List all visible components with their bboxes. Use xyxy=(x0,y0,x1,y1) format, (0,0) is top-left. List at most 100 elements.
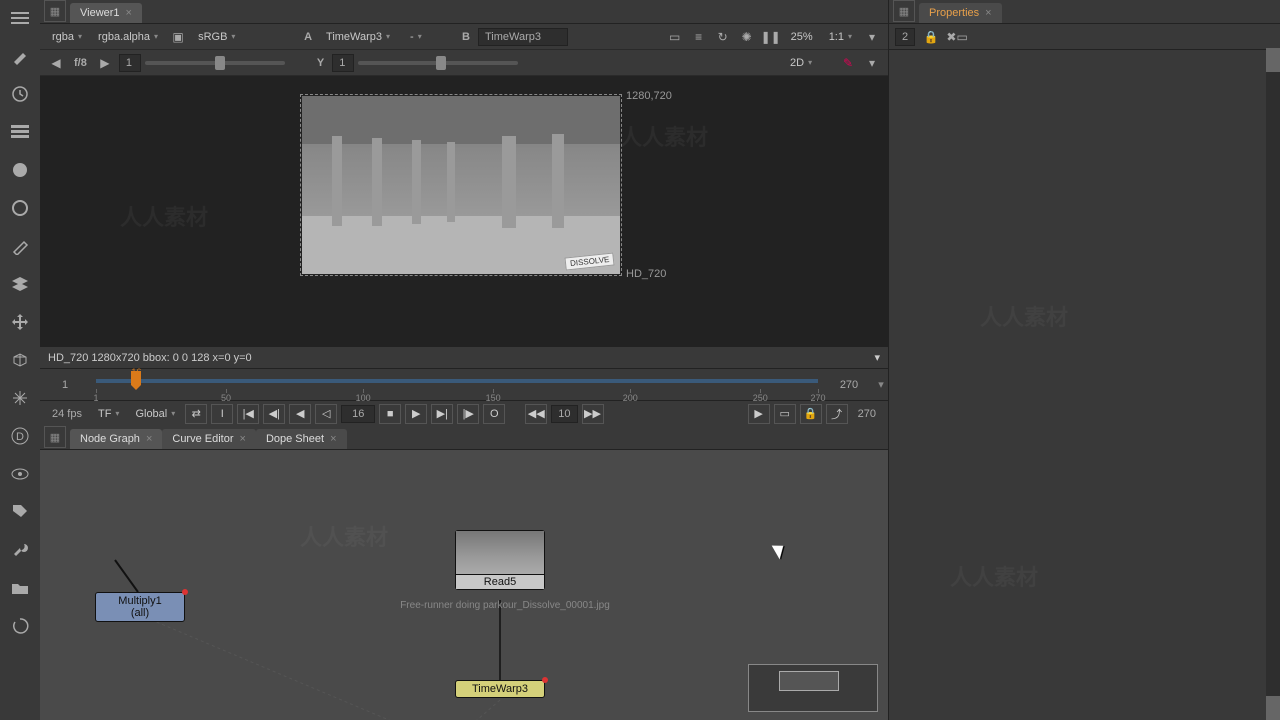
input-a-dropdown[interactable]: TimeWarp3▾ xyxy=(320,29,400,45)
go-start-icon[interactable]: |◀ xyxy=(237,404,259,424)
tool-menu-icon[interactable] xyxy=(8,6,32,30)
scope-dropdown[interactable]: Global▾ xyxy=(129,406,181,422)
tab-viewer1[interactable]: Viewer1 × xyxy=(70,3,142,23)
sphere-icon[interactable] xyxy=(8,158,32,182)
pane-handle-icon[interactable]: ▦ xyxy=(44,0,66,22)
stop-icon[interactable]: ■ xyxy=(379,404,401,424)
close-icon[interactable]: × xyxy=(126,7,132,19)
view-mode-dropdown[interactable]: 2D▾ xyxy=(784,55,834,71)
overlay-icon[interactable]: ≡ xyxy=(689,27,709,47)
timeline[interactable]: 1 16 1 50 100 150 200 250 270 270 ▾ xyxy=(40,368,888,400)
skip-fwd-icon[interactable]: ▶▶ xyxy=(582,404,604,424)
clip-icon[interactable]: ▣ xyxy=(168,27,188,47)
skip-back-icon[interactable]: ◀◀ xyxy=(525,404,547,424)
range-icon[interactable]: ▭ xyxy=(774,404,796,424)
info-text: HD_720 1280x720 bbox: 0 0 128 x=0 y=0 xyxy=(48,352,252,364)
brush-icon[interactable] xyxy=(8,44,32,68)
frame-out[interactable]: 270 xyxy=(824,379,874,391)
timecode-mode-dropdown[interactable]: TF▾ xyxy=(92,406,125,422)
pane-handle-icon[interactable]: ▦ xyxy=(44,426,66,448)
record-icon[interactable]: ▶ xyxy=(748,404,770,424)
lower-tab-bar: ▦ Node Graph × Curve Editor × Dope Sheet… xyxy=(40,426,888,450)
rows-icon[interactable] xyxy=(8,120,32,144)
out-point-button[interactable]: O xyxy=(483,404,505,424)
wipe-dropdown[interactable]: -▾ xyxy=(404,29,454,45)
step-fwd-icon[interactable]: ▶| xyxy=(431,404,453,424)
gain-slider[interactable] xyxy=(145,61,285,65)
viewer-canvas[interactable]: DISSOLVE 1280,720 HD_720 xyxy=(40,76,888,346)
tab-dope-sheet[interactable]: Dope Sheet × xyxy=(256,429,347,449)
clear-icon[interactable]: ✖▭ xyxy=(947,27,967,47)
properties-scrollbar[interactable] xyxy=(1266,48,1280,720)
node-timewarp3[interactable]: TimeWarp3 xyxy=(455,680,545,698)
lock-icon[interactable]: 🔒 xyxy=(800,404,822,424)
step-back-icon[interactable]: ◀ xyxy=(289,404,311,424)
circle-icon[interactable] xyxy=(8,196,32,220)
node-graph[interactable]: Multiply1 (all) Read5 Free-runner doing … xyxy=(40,450,888,720)
cursor-icon xyxy=(775,542,787,560)
in-point-button[interactable]: I xyxy=(211,404,233,424)
d-icon[interactable]: D xyxy=(8,424,32,448)
channel-dropdown[interactable]: rgba▾ xyxy=(46,29,88,45)
frame-in[interactable]: 1 xyxy=(40,379,90,391)
proxy-icon[interactable]: ✺ xyxy=(737,27,757,47)
input-b-field[interactable]: TimeWarp3 xyxy=(478,28,568,46)
prev-key-icon[interactable]: ◀| xyxy=(263,404,285,424)
viewer-menu-icon[interactable]: ▾ xyxy=(862,53,882,73)
sparkle-icon[interactable] xyxy=(8,386,32,410)
tab-properties[interactable]: Properties × xyxy=(919,3,1002,23)
pen-icon[interactable] xyxy=(8,234,32,258)
play-back-icon[interactable]: ◁ xyxy=(315,404,337,424)
play-icon[interactable]: ▶ xyxy=(405,404,427,424)
gamma-value[interactable]: 1 xyxy=(332,54,354,72)
zoom-dropdown[interactable]: 25% xyxy=(785,29,819,45)
properties-body xyxy=(889,50,1280,720)
tab-curve-editor[interactable]: Curve Editor × xyxy=(162,429,256,449)
skip-field[interactable]: 10 xyxy=(551,405,577,423)
node-multiply1[interactable]: Multiply1 (all) xyxy=(95,592,185,622)
colorspace-dropdown[interactable]: sRGB▾ xyxy=(192,29,262,45)
close-icon[interactable]: × xyxy=(330,433,336,445)
loop-icon[interactable]: ⇄ xyxy=(185,404,207,424)
close-icon[interactable]: × xyxy=(240,433,246,445)
alpha-dropdown[interactable]: rgba.alpha▾ xyxy=(92,29,164,45)
tag-icon[interactable] xyxy=(8,500,32,524)
layers-icon[interactable] xyxy=(8,272,32,296)
move-icon[interactable] xyxy=(8,310,32,334)
info-menu-icon[interactable]: ▾ xyxy=(874,351,880,364)
viewer-settings-icon[interactable]: ▾ xyxy=(862,27,882,47)
cube-icon[interactable] xyxy=(8,348,32,372)
tab-node-graph[interactable]: Node Graph × xyxy=(70,429,162,449)
props-count[interactable]: 2 xyxy=(895,28,915,46)
pause-icon[interactable]: ❚❚ xyxy=(761,27,781,47)
ratio-dropdown[interactable]: 1:1▾ xyxy=(823,29,858,45)
refresh-icon[interactable]: ↻ xyxy=(713,27,733,47)
node-read5[interactable]: Read5 xyxy=(455,530,545,590)
close-icon[interactable]: × xyxy=(146,433,152,445)
close-icon[interactable]: × xyxy=(985,7,991,19)
gamma-slider[interactable] xyxy=(358,61,518,65)
gain-prev-icon[interactable]: ◀ xyxy=(46,53,66,73)
navigator[interactable] xyxy=(748,664,878,712)
lock-icon[interactable]: 🔒 xyxy=(921,27,941,47)
pane-handle-icon[interactable]: ▦ xyxy=(893,0,915,22)
gain-next-icon[interactable]: ▶ xyxy=(95,53,115,73)
wrench-icon[interactable] xyxy=(8,538,32,562)
scrollbar-thumb[interactable] xyxy=(1266,696,1280,720)
current-frame-field[interactable]: 16 xyxy=(341,405,375,423)
eye-icon[interactable] xyxy=(8,462,32,486)
clock-icon[interactable] xyxy=(8,82,32,106)
fstop-value[interactable]: 1 xyxy=(119,54,141,72)
timeline-menu-icon[interactable]: ▾ xyxy=(874,378,888,391)
scrollbar-thumb[interactable] xyxy=(1266,48,1280,72)
snapshot-icon[interactable]: ▭ xyxy=(665,27,685,47)
folder-icon[interactable] xyxy=(8,576,32,600)
timeline-track[interactable]: 16 1 50 100 150 200 250 270 xyxy=(96,369,818,401)
export-icon[interactable]: ⤴ xyxy=(826,404,848,424)
format-label: HD_720 xyxy=(626,268,666,280)
roi-icon[interactable]: ✎ xyxy=(838,53,858,73)
swirl-icon[interactable] xyxy=(8,614,32,638)
viewer-info-bar: HD_720 1280x720 bbox: 0 0 128 x=0 y=0 ▾ xyxy=(40,346,888,368)
next-key-icon[interactable]: |▶ xyxy=(457,404,479,424)
playhead-icon[interactable] xyxy=(131,371,141,385)
